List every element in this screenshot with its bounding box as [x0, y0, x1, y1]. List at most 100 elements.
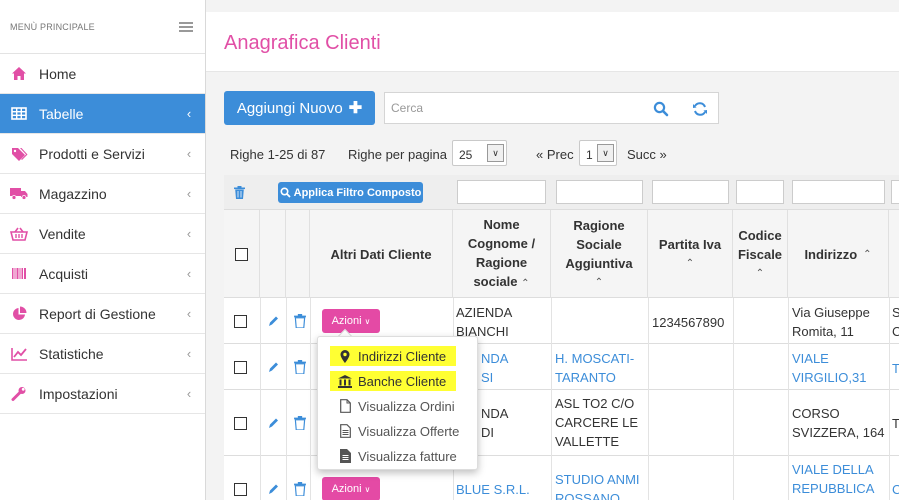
menu-item-visualizza-offerte[interactable]: Visualizza Offerte: [338, 421, 459, 441]
truck-icon: [10, 185, 28, 203]
row-checkbox[interactable]: [234, 315, 247, 328]
menu-item-banche-cliente[interactable]: Banche Cliente: [330, 371, 457, 391]
apply-composite-filter-button[interactable]: Applica Filtro Composto: [278, 182, 423, 203]
filter-input-ragione[interactable]: [556, 180, 643, 204]
header-partita-iva[interactable]: Partita Iva ⌃: [648, 210, 733, 298]
refresh-icon[interactable]: [692, 101, 708, 117]
sidebar-item-label: Impostazioni: [39, 385, 118, 402]
trash-icon[interactable]: [234, 186, 245, 199]
sidebar-item-magazzino[interactable]: Magazzino ‹: [0, 174, 205, 214]
sidebar-item-label: Acquisti: [39, 265, 89, 282]
chevron-left-icon: ‹: [186, 266, 192, 281]
cell-nome[interactable]: BLUE S.R.L.: [456, 480, 530, 499]
search-box: [384, 92, 719, 124]
sidebar-item-label: Vendite: [39, 225, 86, 242]
row-checkbox[interactable]: [234, 361, 247, 374]
sidebar-item-acquisti[interactable]: Acquisti ‹: [0, 254, 205, 294]
menu-item-indirizzi-cliente[interactable]: Indirizzi Cliente: [330, 346, 457, 366]
edit-pencil-icon[interactable]: [267, 360, 279, 374]
cell-extra: TO: [892, 416, 899, 431]
add-new-button[interactable]: Aggiungi Nuovo ✚: [224, 91, 375, 125]
chevron-down-icon: ∨: [487, 144, 504, 162]
cell-ragione: ASL TO2 C/O CARCERE LE VALLETTE: [555, 396, 639, 449]
actions-dropdown-menu: Indirizzi Cliente Banche Cliente Visuali…: [317, 336, 478, 470]
sidebar-item-impostazioni[interactable]: Impostazioni ‹: [0, 374, 205, 414]
sidebar-item-label: Statistiche: [39, 345, 104, 362]
cell-extra: SaCo: [892, 305, 899, 339]
filter-input-nome[interactable]: [457, 180, 546, 204]
filter-row: Applica Filtro Composto: [224, 175, 899, 210]
header-codice-fiscale[interactable]: Codice Fiscale ⌃: [733, 210, 788, 298]
chevron-down-icon: ∨: [364, 316, 371, 326]
trash-icon[interactable]: [294, 416, 306, 430]
next-page-link[interactable]: Succ »: [627, 147, 667, 162]
prev-page-link[interactable]: « Prec: [536, 147, 574, 162]
header-indirizzo[interactable]: Indirizzo ⌃: [788, 210, 889, 298]
sidebar-title: MENÙ PRINCIPALE: [10, 21, 95, 32]
cell-nome: NDA DI: [481, 406, 509, 440]
range-text: Righe 1-25 di 87: [230, 147, 326, 162]
sidebar-item-label: Home: [39, 65, 77, 82]
filter-input-indirizzo[interactable]: [792, 180, 885, 204]
page-select[interactable]: 1 ∨: [579, 140, 617, 166]
cell-indirizzo[interactable]: VIALE VIRGILIO,31: [792, 349, 866, 387]
file-text-outline-icon: [338, 424, 352, 438]
header-select: [224, 210, 260, 298]
row-checkbox[interactable]: [234, 483, 247, 496]
cell-indirizzo[interactable]: VIALE DELLA REPUBBLICA: [792, 460, 874, 498]
filter-input-extra[interactable]: [891, 180, 899, 204]
chevron-left-icon: ‹: [186, 306, 192, 321]
header-ragione-aggiuntiva[interactable]: Ragione Sociale Aggiuntiva ⌃: [551, 210, 648, 298]
sort-icon: ⌃: [863, 248, 872, 260]
edit-pencil-icon[interactable]: [267, 314, 279, 328]
basket-icon: [10, 225, 28, 243]
search-icon[interactable]: [653, 101, 669, 117]
sidebar: MENÙ PRINCIPALE Home Tabelle ‹ Prodotti …: [0, 0, 206, 500]
trash-icon[interactable]: [294, 314, 306, 328]
menu-item-visualizza-ordini[interactable]: Visualizza Ordini: [338, 396, 455, 416]
cell-extra[interactable]: TA: [892, 359, 899, 378]
barcode-icon: [10, 265, 28, 283]
file-outline-icon: [338, 399, 352, 413]
trash-icon[interactable]: [294, 482, 306, 496]
select-all-checkbox[interactable]: [235, 247, 248, 261]
edit-pencil-icon[interactable]: [267, 416, 279, 430]
cell-ragione[interactable]: H. MOSCATI- TARANTO: [555, 349, 634, 387]
filter-input-piva[interactable]: [652, 180, 729, 204]
sort-icon: ⌃: [594, 277, 604, 288]
cell-nome[interactable]: NDA SI: [481, 349, 508, 387]
chevron-left-icon: ‹: [186, 146, 192, 161]
chevron-down-icon: ∨: [597, 144, 614, 162]
trash-icon[interactable]: [294, 360, 306, 374]
sort-icon: ⌃: [755, 267, 765, 279]
cell-piva: 1234567890: [652, 315, 725, 330]
sidebar-item-home[interactable]: Home: [0, 54, 205, 94]
per-page-select[interactable]: 25 ∨: [452, 140, 507, 166]
actions-button[interactable]: Azioni ∨: [322, 309, 380, 333]
home-icon: [10, 65, 28, 83]
sidebar-item-report[interactable]: Report di Gestione ‹: [0, 294, 205, 334]
sidebar-item-statistiche[interactable]: Statistiche ‹: [0, 334, 205, 374]
sidebar-item-vendite[interactable]: Vendite ‹: [0, 214, 205, 254]
cell-indirizzo: CORSO SVIZZERA, 164: [792, 406, 885, 440]
per-page-label: Righe per pagina: [348, 147, 448, 162]
actions-button[interactable]: Azioni ∨: [322, 477, 380, 500]
cell-extra[interactable]: CC: [892, 480, 899, 499]
header-nome[interactable]: Nome Cognome / Ragione sociale ⌃: [453, 210, 551, 298]
table-icon: [10, 105, 28, 123]
edit-pencil-icon[interactable]: [267, 482, 279, 496]
header-altri-dati: Altri Dati Cliente: [310, 210, 453, 298]
menu-item-visualizza-fatture[interactable]: Visualizza fatture: [338, 446, 457, 466]
tags-icon: [10, 145, 28, 163]
row-checkbox[interactable]: [234, 417, 247, 430]
search-input[interactable]: [385, 93, 640, 123]
cell-ragione[interactable]: STUDIO ANMI ROSSANO: [555, 470, 640, 500]
filter-input-cf[interactable]: [736, 180, 784, 204]
title-bar: Anagrafica Clienti: [206, 12, 899, 72]
cell-indirizzo: Via Giuseppe Romita, 11: [792, 305, 870, 339]
sidebar-item-prodotti[interactable]: Prodotti e Servizi ‹: [0, 134, 205, 174]
hamburger-menu-icon[interactable]: [179, 21, 193, 32]
file-text-icon: [338, 449, 352, 463]
table-header: Altri Dati Cliente Nome Cognome / Ragion…: [224, 210, 899, 298]
sidebar-item-tabelle[interactable]: Tabelle ‹: [0, 94, 205, 134]
